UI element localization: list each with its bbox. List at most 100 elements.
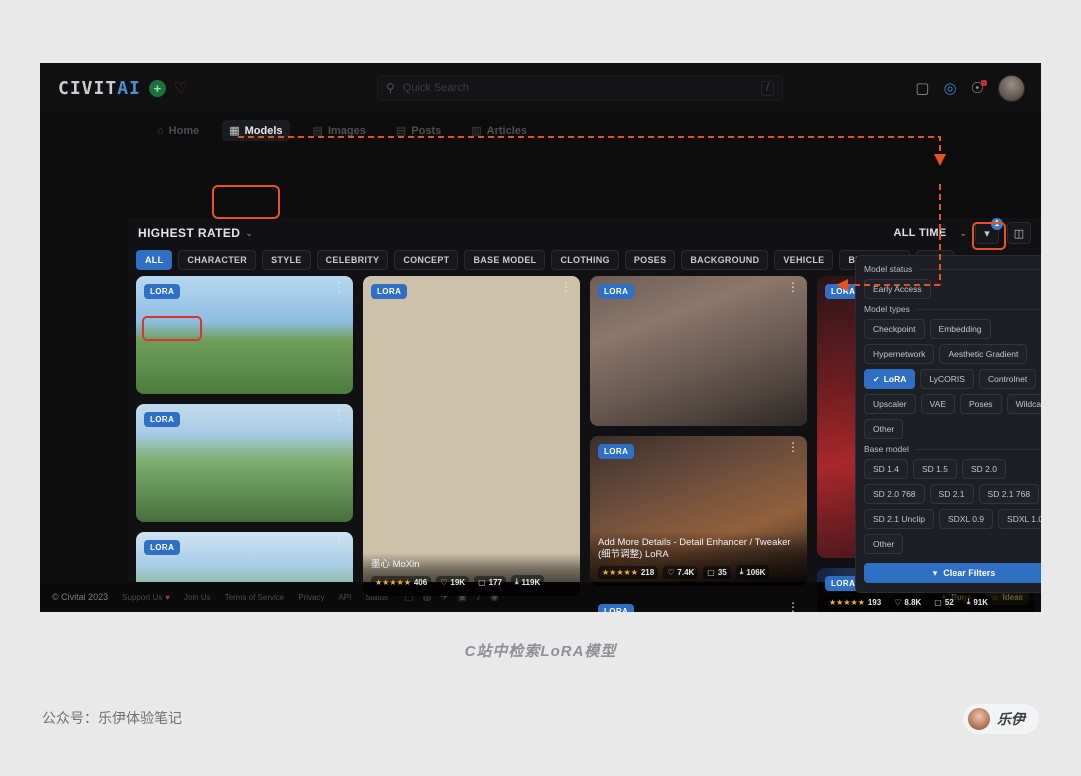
filter-chip-sd-2-1[interactable]: SD 2.1 xyxy=(929,484,974,504)
posts-icon: ▤ xyxy=(395,125,407,137)
filter-chip-other[interactable]: Other xyxy=(864,534,904,554)
nav-item-models[interactable]: ▦ Models xyxy=(222,120,290,141)
civitai-logo[interactable]: CIVITAI xyxy=(58,78,141,99)
search-bar[interactable]: ⚲ / xyxy=(377,75,783,101)
period-label[interactable]: ALL TIME xyxy=(894,227,947,239)
search-input[interactable] xyxy=(400,81,761,95)
footer-link-join-us[interactable]: Join Us xyxy=(184,593,211,602)
chat-icon[interactable]: ▢ xyxy=(915,81,929,96)
filter-chip-label: SDXL 0.9 xyxy=(947,514,985,524)
model-card-stats: ★★★★★ 218 ♡ 7.4K ▢ 35 ⤓ 106K xyxy=(598,565,799,579)
model-card[interactable]: LORA ⋮ xyxy=(136,404,353,522)
filter-chip-controlnet[interactable]: Controlnet xyxy=(978,369,1037,389)
home-icon: ⌂ xyxy=(157,124,164,137)
category-chip-all[interactable]: ALL xyxy=(136,250,173,270)
stat-downloads-value: 119K xyxy=(521,577,541,587)
more-options-icon[interactable]: ⋮ xyxy=(787,281,799,293)
filter-chip-sd-1-4[interactable]: SD 1.4 xyxy=(864,459,908,479)
filter-chip-poses[interactable]: Poses xyxy=(959,394,1002,414)
filter-chip-label: Checkpoint xyxy=(873,324,916,334)
comment-icon: ▢ xyxy=(707,567,715,577)
main-nav: ⌂ Home ▦ Models ▤ Images ▤ Posts ▥ Artic… xyxy=(40,113,1041,148)
model-card[interactable]: LORA ⋮ Add More Details - Detail Enhancer … xyxy=(590,436,807,586)
model-card[interactable]: LORA ⋮ xyxy=(590,276,807,426)
filter-section-title: Model types xyxy=(864,304,1041,314)
filter-chip-lora[interactable]: ✔ LoRA xyxy=(864,369,916,389)
filter-chip-label: Other xyxy=(873,539,895,549)
app-header: CIVITAI + ♡ ⚲ / ▢ ◎ ☉ xyxy=(40,63,1041,113)
stat-likes: ♡ 8.8K xyxy=(890,595,926,609)
filter-chip-checkpoint[interactable]: Checkpoint xyxy=(864,319,925,339)
filter-chip-early-access[interactable]: Early Access xyxy=(864,279,931,299)
stat-comments-value: 35 xyxy=(717,567,727,577)
logo-group[interactable]: CIVITAI + ♡ xyxy=(58,78,187,99)
category-chip-base-model[interactable]: BASE MODEL xyxy=(464,250,546,270)
watermark-avatar xyxy=(968,708,990,730)
filter-chip-label: SD 1.5 xyxy=(922,464,948,474)
search-shortcut-key: / xyxy=(760,80,774,96)
comment-icon: ▢ xyxy=(934,597,942,607)
buzz-coin-icon[interactable]: ◎ xyxy=(943,81,956,96)
filter-chip-sd-2-0-768[interactable]: SD 2.0 768 xyxy=(864,484,925,504)
model-card[interactable]: LORA ⋮ xyxy=(136,276,353,394)
filter-chip-sd-2-1-768[interactable]: SD 2.1 768 xyxy=(978,484,1040,504)
model-card-info: 墨心 MoXin ★★★★★ 406 ♡ 19K ▢ 177 ⤓ 119K xyxy=(363,553,580,596)
filter-chip-sdxl-1-0[interactable]: SDXL 1.0 xyxy=(998,509,1041,529)
filter-chip-sd-2-0[interactable]: SD 2.0 xyxy=(962,459,1006,479)
filter-chip-label: SD 2.1 Unclip xyxy=(873,514,925,524)
clear-filters-button[interactable]: ▾ Clear Filters xyxy=(864,563,1041,583)
category-chip-concept[interactable]: CONCEPT xyxy=(394,250,459,270)
filter-funnel-icon: ▾ xyxy=(984,227,990,240)
footer-link-support-us[interactable]: Support Us ♥ xyxy=(122,593,170,602)
filter-chip-lycoris[interactable]: LyCORIS xyxy=(920,369,974,389)
filter-chip-sd-1-5[interactable]: SD 1.5 xyxy=(913,459,957,479)
filter-chip-embedding[interactable]: Embedding xyxy=(929,319,991,339)
filter-chip-label: Embedding xyxy=(938,324,982,334)
nav-item-home[interactable]: ⌂ Home xyxy=(150,121,206,141)
filter-chip-sd-2-1-unclip[interactable]: SD 2.1 Unclip xyxy=(864,509,934,529)
footer-link-terms[interactable]: Terms of Service xyxy=(225,593,285,602)
heart-icon: ♡ xyxy=(894,597,902,607)
period-chevron-down-icon[interactable]: ⌄ xyxy=(959,228,967,239)
category-chip-poses[interactable]: POSES xyxy=(624,250,676,270)
footer-link-privacy[interactable]: Privacy xyxy=(298,593,324,602)
more-options-icon[interactable]: ⋮ xyxy=(787,601,799,612)
more-options-icon[interactable]: ⋮ xyxy=(333,409,345,421)
filter-chip-upscaler[interactable]: Upscaler xyxy=(864,394,916,414)
category-chip-clothing[interactable]: CLOTHING xyxy=(551,250,619,270)
filter-chip-aesthetic-gradient[interactable]: Aesthetic Gradient xyxy=(939,344,1028,364)
heart-icon: ♡ xyxy=(667,567,675,577)
sort-label[interactable]: HIGHEST RATED xyxy=(138,226,240,240)
model-card[interactable]: LORA ⋮ 墨心 MoXin ★★★★★ 406 ♡ 19K ▢ 177 ⤓ 119K xyxy=(363,276,580,596)
sort-chevron-down-icon[interactable]: ⌄ xyxy=(245,228,253,239)
more-options-icon[interactable]: ⋮ xyxy=(560,281,572,293)
category-chip-celebrity[interactable]: CELEBRITY xyxy=(316,250,389,270)
category-chip-character[interactable]: CHARACTER xyxy=(178,250,257,270)
category-chip-style[interactable]: STYLE xyxy=(262,250,311,270)
filter-chip-other[interactable]: Other xyxy=(864,419,904,439)
filter-chip-hypernetwork[interactable]: Hypernetwork xyxy=(864,344,935,364)
user-avatar[interactable] xyxy=(998,74,1025,102)
filter-button[interactable]: ▾ 1 xyxy=(975,218,1003,244)
add-plus-icon[interactable]: + xyxy=(148,79,166,97)
layout-toggle-button[interactable]: ◫ xyxy=(1007,222,1031,244)
download-icon: ⤓ xyxy=(515,577,519,586)
filter-chip-label: LoRA xyxy=(883,374,907,384)
more-options-icon[interactable]: ⋮ xyxy=(333,537,345,549)
more-options-icon[interactable]: ⋮ xyxy=(787,441,799,453)
nav-item-posts[interactable]: ▤ Posts xyxy=(389,120,448,141)
stat-comments: ▢ 35 xyxy=(703,565,731,579)
filter-chip-vae[interactable]: VAE xyxy=(920,394,955,414)
category-chip-vehicle[interactable]: VEHICLE xyxy=(774,250,834,270)
filter-chip-wildcards[interactable]: Wildcards xyxy=(1006,394,1041,414)
more-options-icon[interactable]: ⋮ xyxy=(333,281,345,293)
nav-item-images[interactable]: ▤ Images xyxy=(306,120,373,141)
nav-item-articles[interactable]: ▥ Articles xyxy=(464,120,534,141)
filter-chip-group: Checkpoint Embedding Hypernetwork Aesthetic… xyxy=(864,319,1041,439)
notification-bell-icon[interactable]: ☉ xyxy=(971,79,987,96)
category-chip-background[interactable]: BACKGROUND xyxy=(681,250,769,270)
footer-link-api[interactable]: API xyxy=(338,593,351,602)
favorites-heart-icon[interactable]: ♡ xyxy=(174,81,187,96)
filter-chip-sdxl-0-9[interactable]: SDXL 0.9 xyxy=(938,509,994,529)
nav-label-images: Images xyxy=(327,124,366,137)
